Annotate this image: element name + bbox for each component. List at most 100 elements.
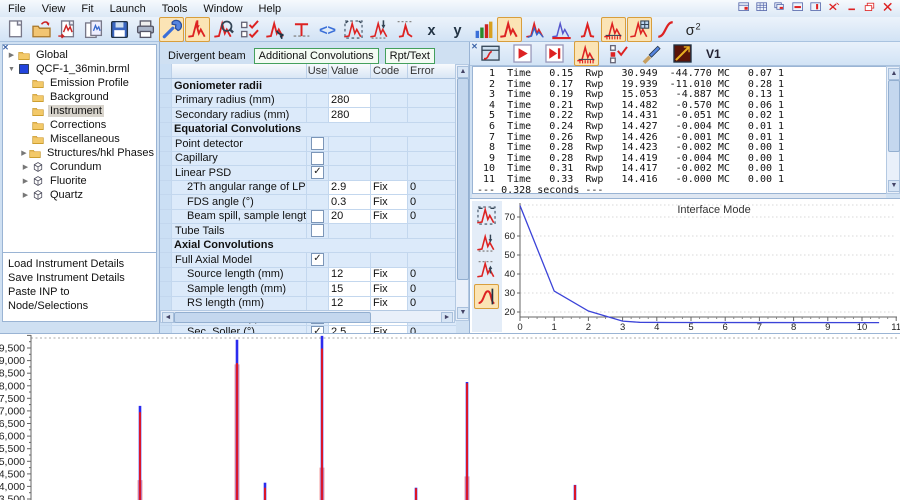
new-document-icon[interactable] [3,17,28,42]
row-gutter[interactable] [160,151,172,165]
table-scroll-thumb[interactable] [457,78,469,280]
zoom-extents-icon[interactable] [474,203,499,228]
checkbox-checked[interactable]: ✓ [311,253,324,267]
cumulative-curve-icon[interactable] [653,17,678,42]
tile-grid-icon[interactable] [755,2,770,15]
row-gutter[interactable] [160,253,172,267]
baseline-peak-icon[interactable] [393,17,418,42]
chevron-right-icon[interactable]: ▶ [21,177,30,185]
row-gutter[interactable] [160,93,172,107]
tab-additional-convolutions[interactable]: Additional Convolutions [253,47,379,64]
checkbox-unchecked[interactable] [311,151,324,165]
row-gutter[interactable] [160,282,172,296]
print-icon[interactable] [133,17,158,42]
duplicate-file-icon[interactable] [81,17,106,42]
param-value-cell[interactable] [329,151,371,165]
shift-down-icon[interactable] [474,230,499,255]
menu-window[interactable]: Window [195,1,250,17]
param-value-cell[interactable]: 280 [329,108,371,122]
checkbox-unchecked[interactable] [311,137,324,151]
scroll-up-icon[interactable]: ▲ [457,66,469,78]
param-code-cell[interactable]: Fix [371,267,408,281]
sigma-squared-icon[interactable]: σ2 [679,17,704,42]
param-code-cell[interactable]: Fix [371,209,408,223]
tree-item-global[interactable]: ▶ Global [3,48,156,62]
scroll-down-icon[interactable]: ▼ [457,307,469,319]
tab-rpt-text[interactable]: Rpt/Text [384,47,435,64]
param-value-cell[interactable]: 0.3 [329,195,371,209]
param-code-cell[interactable]: Fix [371,195,408,209]
split-vertical-icon[interactable] [809,2,824,15]
paste-inp-to-node-selections-button[interactable]: Paste INP to Node/Selections [8,285,151,313]
row-gutter[interactable] [160,224,172,238]
row-gutter[interactable] [160,122,172,136]
import-file-icon[interactable] [55,17,80,42]
row-gutter[interactable] [160,238,172,252]
save-instrument-details-button[interactable]: Save Instrument Details [8,271,151,285]
load-instrument-details-button[interactable]: Load Instrument Details [8,257,151,271]
checkbox-unchecked[interactable] [311,209,324,223]
menu-view[interactable]: View [34,1,74,17]
param-value-cell[interactable] [329,137,371,151]
output-scroll-thumb[interactable] [888,80,900,152]
tree-item-corundum[interactable]: ▶ Corundum [3,160,156,174]
parameters-checklist-icon[interactable] [237,17,262,42]
open-file-icon[interactable] [29,17,54,42]
interface-mode-icon[interactable] [478,41,503,66]
tree-item-background[interactable]: Background [3,90,156,104]
row-gutter[interactable] [160,166,172,180]
peaks-ticks-icon[interactable] [601,16,626,42]
row-gutter[interactable] [160,267,172,281]
cascade-windows-icon[interactable] [773,2,788,15]
y-axis-icon[interactable]: y [445,17,470,42]
row-gutter[interactable] [160,79,172,93]
param-value-cell[interactable]: 20 [329,209,371,223]
display-peak-icon[interactable] [497,16,522,42]
split-horizontal-icon[interactable] [791,2,806,15]
tab-divergent-beam[interactable]: Divergent beam [166,49,248,63]
menu-file[interactable]: File [0,1,34,17]
minimize-app-icon[interactable] [845,2,860,15]
chevron-down-icon[interactable]: ▼ [7,66,16,73]
fit-checklist-icon[interactable] [606,41,631,66]
menu-fit[interactable]: Fit [73,1,101,17]
difference-peaks-icon[interactable] [523,17,548,42]
output-vertical-scrollbar[interactable]: ▲ ▼ [886,66,900,194]
param-code-cell[interactable] [371,108,408,122]
row-gutter[interactable] [160,296,172,310]
param-value-cell[interactable]: 15 [329,282,371,296]
peaks-table-icon[interactable] [627,16,652,42]
phase-peak-icon[interactable] [575,17,600,42]
x-axis-icon[interactable]: x [419,17,444,42]
peaks-ticks-icon[interactable] [574,41,599,66]
menu-launch[interactable]: Launch [102,1,154,17]
chevron-right-icon[interactable]: ▶ [7,51,16,59]
row-gutter[interactable] [160,180,172,194]
param-value-cell[interactable] [329,253,371,267]
param-code-cell[interactable] [371,137,408,151]
table-horizontal-scrollbar[interactable]: ◄ ► [160,310,455,323]
menu-tools[interactable]: Tools [154,1,196,17]
tree-item-instrument[interactable]: Instrument [3,104,156,118]
run-step-icon[interactable] [542,41,567,66]
run-fit-icon[interactable] [510,41,535,66]
tree-item-fluorite[interactable]: ▶ Fluorite [3,174,156,188]
scroll-right-icon[interactable]: ► [441,312,453,323]
launch-kernel-icon[interactable] [263,17,288,42]
param-value-cell[interactable]: 12 [329,296,371,310]
row-gutter[interactable] [160,137,172,151]
param-code-cell[interactable] [371,166,408,180]
param-code-cell[interactable] [371,253,408,267]
zoom-range-icon[interactable] [341,17,366,42]
close-app-icon[interactable] [881,2,896,15]
tree-item-emission-profile[interactable]: Emission Profile [3,76,156,90]
param-code-cell[interactable]: Fix [371,296,408,310]
param-code-cell[interactable] [371,151,408,165]
table-vertical-scrollbar[interactable]: ▲ ▼ [455,64,469,321]
scroll-left-icon[interactable]: ◄ [162,312,174,323]
close-fit-pane-icon[interactable]: ✕ [470,42,479,51]
close-pane-icon[interactable]: ✕ [1,43,10,52]
restore-app-icon[interactable] [863,2,878,15]
param-value-cell[interactable] [329,224,371,238]
refine-peak-icon[interactable] [185,16,210,42]
